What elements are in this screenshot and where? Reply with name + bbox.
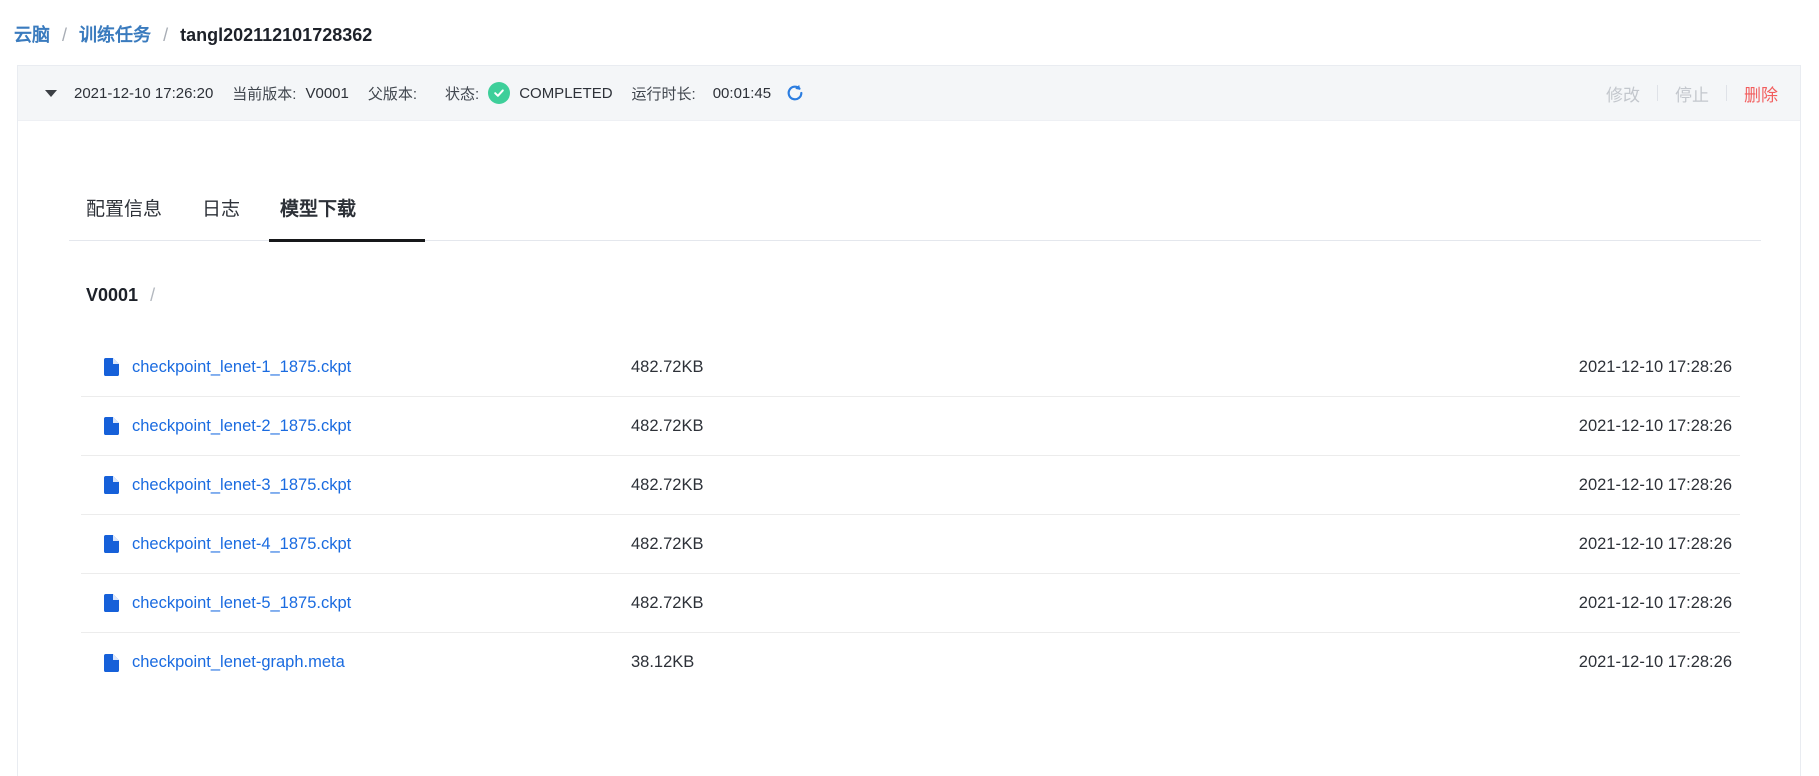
duration-value: 00:01:45 (713, 85, 771, 102)
caret-down-icon[interactable] (45, 90, 57, 97)
parent-version-label: 父版本: (368, 83, 417, 104)
status-value: COMPLETED (519, 85, 612, 102)
file-link[interactable]: checkpoint_lenet-5_1875.ckpt (132, 594, 351, 613)
duration-label: 运行时长: (632, 83, 696, 104)
file-size: 482.72KB (631, 417, 1579, 436)
delete-button[interactable]: 删除 (1744, 81, 1778, 106)
tab-config-info[interactable]: 配置信息 (69, 196, 179, 240)
action-divider (1657, 85, 1658, 101)
file-link[interactable]: checkpoint_lenet-2_1875.ckpt (132, 417, 351, 436)
stop-button[interactable]: 停止 (1675, 81, 1709, 106)
tab-logs[interactable]: 日志 (185, 196, 257, 240)
file-document-icon (104, 476, 119, 494)
file-name-cell: checkpoint_lenet-graph.meta (81, 653, 631, 672)
file-document-icon (104, 654, 119, 672)
version-timestamp: 2021-12-10 17:26:20 (74, 85, 213, 102)
file-row: checkpoint_lenet-3_1875.ckpt 482.72KB 20… (81, 456, 1740, 515)
file-table: checkpoint_lenet-1_1875.ckpt 482.72KB 20… (81, 338, 1740, 692)
current-version-label: 当前版本: (232, 83, 296, 104)
file-link[interactable]: checkpoint_lenet-1_1875.ckpt (132, 358, 351, 377)
file-document-icon (104, 535, 119, 553)
version-path-separator: / (150, 285, 155, 305)
file-date: 2021-12-10 17:28:26 (1579, 358, 1740, 377)
refresh-icon[interactable] (785, 83, 805, 103)
breadcrumb-link-cloudbrain[interactable]: 云脑 (14, 25, 50, 45)
check-circle-icon (488, 82, 510, 104)
file-document-icon (104, 594, 119, 612)
version-actions: 修改 停止 删除 (1606, 81, 1778, 106)
tab-model-download[interactable]: 模型下载 (263, 196, 373, 240)
file-document-icon (104, 358, 119, 376)
current-version-value: V0001 (305, 85, 348, 102)
file-date: 2021-12-10 17:28:26 (1579, 535, 1740, 554)
action-divider (1726, 85, 1727, 101)
status-label: 状态: (445, 83, 479, 104)
task-version-card: 2021-12-10 17:26:20 当前版本: V0001 父版本: 状态:… (17, 65, 1801, 776)
file-date: 2021-12-10 17:28:26 (1579, 417, 1740, 436)
breadcrumb-current-task: tangl202112101728362 (180, 25, 372, 45)
file-size: 482.72KB (631, 594, 1579, 613)
file-size: 482.72KB (631, 358, 1579, 377)
breadcrumb-separator: / (163, 25, 168, 45)
modify-button[interactable]: 修改 (1606, 81, 1640, 106)
file-size: 38.12KB (631, 653, 1579, 672)
file-size: 482.72KB (631, 476, 1579, 495)
file-name-cell: checkpoint_lenet-2_1875.ckpt (81, 417, 631, 436)
file-name-cell: checkpoint_lenet-5_1875.ckpt (81, 594, 631, 613)
file-row: checkpoint_lenet-5_1875.ckpt 482.72KB 20… (81, 574, 1740, 633)
file-link[interactable]: checkpoint_lenet-4_1875.ckpt (132, 535, 351, 554)
version-path-folder: V0001 (86, 285, 138, 305)
tab-bar: 配置信息 日志 模型下载 (69, 196, 1761, 241)
file-date: 2021-12-10 17:28:26 (1579, 653, 1740, 672)
breadcrumb-separator: / (62, 25, 67, 45)
file-row: checkpoint_lenet-graph.meta 38.12KB 2021… (81, 633, 1740, 692)
file-document-icon (104, 417, 119, 435)
file-date: 2021-12-10 17:28:26 (1579, 476, 1740, 495)
file-date: 2021-12-10 17:28:26 (1579, 594, 1740, 613)
version-path: V0001 / (86, 285, 1800, 306)
file-row: checkpoint_lenet-4_1875.ckpt 482.72KB 20… (81, 515, 1740, 574)
file-row: checkpoint_lenet-2_1875.ckpt 482.72KB 20… (81, 397, 1740, 456)
version-header: 2021-12-10 17:26:20 当前版本: V0001 父版本: 状态:… (18, 66, 1800, 121)
file-name-cell: checkpoint_lenet-3_1875.ckpt (81, 476, 631, 495)
file-link[interactable]: checkpoint_lenet-3_1875.ckpt (132, 476, 351, 495)
file-size: 482.72KB (631, 535, 1579, 554)
file-link[interactable]: checkpoint_lenet-graph.meta (132, 653, 345, 672)
file-name-cell: checkpoint_lenet-4_1875.ckpt (81, 535, 631, 554)
breadcrumb: 云脑 / 训练任务 / tangl202112101728362 (14, 21, 372, 47)
page: 云脑 / 训练任务 / tangl202112101728362 2021-12… (0, 0, 1819, 776)
file-row: checkpoint_lenet-1_1875.ckpt 482.72KB 20… (81, 338, 1740, 397)
file-name-cell: checkpoint_lenet-1_1875.ckpt (81, 358, 631, 377)
breadcrumb-link-training-tasks[interactable]: 训练任务 (79, 25, 151, 45)
